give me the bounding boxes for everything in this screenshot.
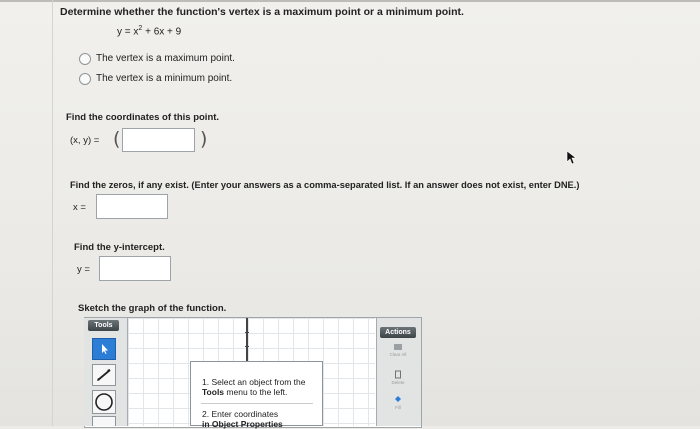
radio-minimum[interactable]: [79, 73, 91, 85]
delete-button[interactable]: Delete: [383, 370, 413, 386]
option-minimum-label[interactable]: The vertex is a minimum point.: [96, 73, 232, 84]
zeros-prompt: Find the zeros, if any exist. (Enter you…: [70, 180, 580, 190]
coordinates-label: (x, y) =: [70, 135, 100, 146]
instruction-2-line-2: in Object Properties: [202, 419, 283, 429]
sketch-prompt: Sketch the graph of the function.: [78, 303, 227, 314]
radio-maximum[interactable]: [79, 53, 91, 65]
intercept-input[interactable]: [99, 256, 171, 281]
instruction-1-rest: menu to the left.: [224, 387, 288, 397]
clear-all-button[interactable]: Clear All: [383, 343, 413, 359]
instruction-2-line-1: 2. Enter coordinates: [202, 409, 279, 419]
function-equation: y = x2 + 6x + 9: [117, 25, 182, 38]
line-icon: [97, 369, 111, 381]
top-border: [0, 0, 700, 2]
vertex-question-prompt: Determine whether the function's vertex …: [60, 6, 464, 18]
pointer-icon: [102, 344, 108, 354]
close-paren: ): [200, 128, 208, 150]
delete-label: Delete: [391, 380, 405, 385]
intercept-label: y =: [77, 264, 90, 275]
fill-button[interactable]: Fill: [383, 395, 413, 411]
clear-all-icon: [394, 344, 402, 350]
parabola-tool[interactable]: [92, 416, 116, 426]
y-axis: [246, 318, 248, 362]
left-border: [52, 0, 53, 426]
zeros-label: x =: [73, 202, 86, 213]
intercept-prompt: Find the y-intercept.: [74, 242, 165, 253]
paint-bucket-icon: [395, 396, 401, 402]
y-axis-tick: [245, 332, 249, 333]
instructions-panel: 1. Select an object from the Tools menu …: [190, 361, 323, 429]
instruction-step-2: 2. Enter coordinates in Object Propertie…: [202, 409, 283, 429]
zeros-input[interactable]: [96, 194, 168, 219]
clear-all-label: Clear All: [389, 352, 407, 357]
option-maximum-label[interactable]: The vertex is a maximum point.: [96, 53, 235, 64]
actions-header: Actions: [380, 327, 416, 338]
instruction-step-1: 1. Select an object from the Tools menu …: [202, 377, 305, 397]
open-paren: (: [113, 128, 121, 150]
instruction-1-tools: Tools: [202, 387, 225, 397]
circle-tool[interactable]: [92, 390, 116, 414]
y-axis-tick: [245, 346, 249, 347]
instruction-1-line-1: 1. Select an object from the: [202, 377, 306, 387]
circle-icon: [95, 393, 113, 411]
instruction-divider: [201, 403, 313, 404]
trash-icon: [395, 370, 401, 379]
fill-label: Fill: [395, 405, 401, 410]
tools-header: Tools: [88, 320, 119, 331]
mouse-cursor-icon: [566, 150, 577, 165]
line-tool[interactable]: [92, 364, 116, 386]
coordinates-input[interactable]: [122, 128, 195, 152]
pointer-tool[interactable]: [92, 338, 116, 360]
coordinates-prompt: Find the coordinates of this point.: [66, 112, 220, 123]
